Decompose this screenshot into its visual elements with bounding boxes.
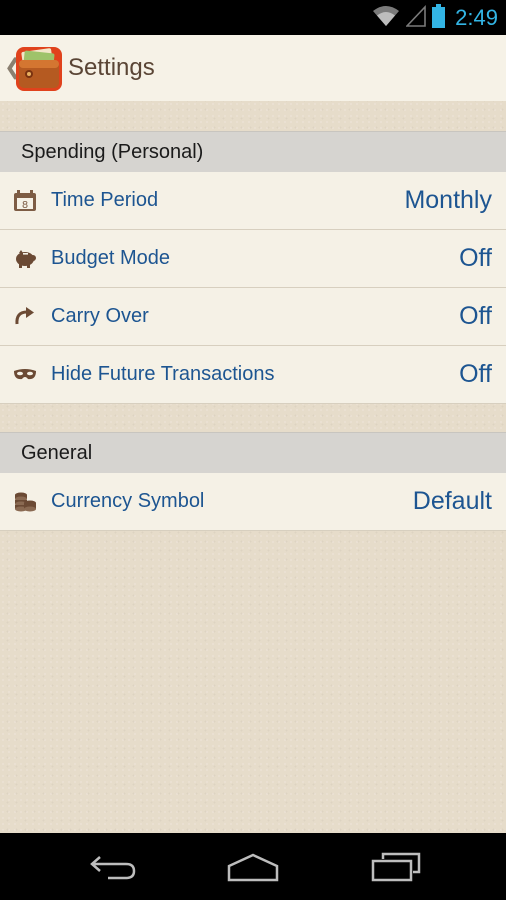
setting-row-currency-symbol[interactable]: Currency Symbol Default bbox=[0, 473, 506, 531]
mask-icon bbox=[13, 363, 37, 387]
navigation-bar bbox=[0, 833, 506, 900]
setting-value: Off bbox=[459, 360, 492, 388]
page-title: Settings bbox=[68, 54, 155, 81]
recents-icon[interactable] bbox=[365, 850, 425, 884]
setting-value: Monthly bbox=[404, 186, 492, 214]
battery-icon bbox=[432, 4, 446, 32]
calendar-day: 8 bbox=[22, 200, 28, 211]
home-icon[interactable] bbox=[223, 850, 283, 884]
wallet-app-icon[interactable] bbox=[15, 46, 63, 92]
settings-list: Spending (Personal) 8 Time Period Monthl… bbox=[0, 101, 506, 833]
setting-label: Budget Mode bbox=[51, 247, 170, 269]
action-bar: ❮ Settings bbox=[0, 35, 506, 102]
setting-label: Currency Symbol bbox=[51, 490, 205, 512]
wifi-icon bbox=[372, 5, 400, 31]
clock: 2:49 bbox=[455, 5, 498, 30]
setting-value: Default bbox=[412, 487, 492, 515]
status-bar: 2:49 bbox=[0, 0, 506, 35]
section-title: Spending (Personal) bbox=[21, 141, 204, 163]
redo-arrow-icon bbox=[13, 305, 37, 329]
section-header-spending: Spending (Personal) bbox=[0, 131, 506, 173]
calendar-icon: 8 bbox=[13, 189, 37, 213]
setting-label: Hide Future Transactions bbox=[51, 363, 275, 385]
signal-icon bbox=[405, 4, 426, 31]
section-title: General bbox=[21, 442, 93, 464]
setting-value: Off bbox=[459, 302, 492, 330]
piggy-bank-icon bbox=[13, 247, 37, 271]
setting-label: Time Period bbox=[51, 189, 159, 211]
setting-row-carry-over[interactable]: Carry Over Off bbox=[0, 288, 506, 346]
setting-value: Off bbox=[459, 244, 492, 272]
coins-icon bbox=[13, 490, 37, 514]
setting-row-time-period[interactable]: 8 Time Period Monthly bbox=[0, 172, 506, 230]
setting-row-budget-mode[interactable]: Budget Mode Off bbox=[0, 230, 506, 288]
setting-label: Carry Over bbox=[51, 305, 149, 327]
back-icon[interactable] bbox=[83, 850, 143, 884]
section-header-general: General bbox=[0, 432, 506, 474]
setting-row-hide-future[interactable]: Hide Future Transactions Off bbox=[0, 346, 506, 404]
